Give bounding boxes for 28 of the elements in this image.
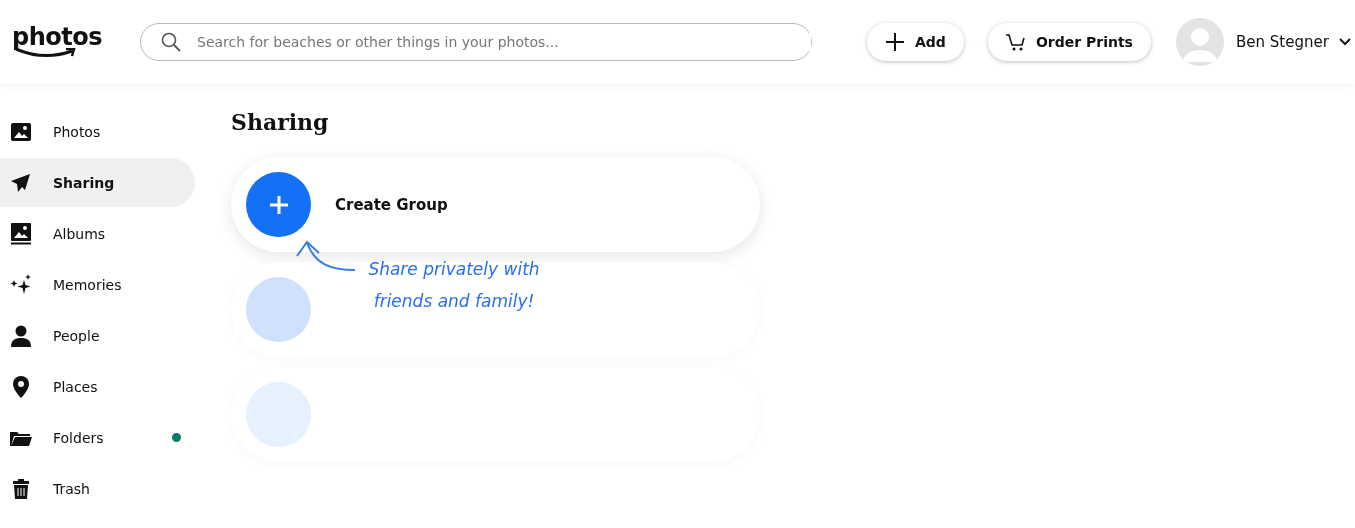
sidebar-item[interactable]: Places xyxy=(0,362,195,411)
plus-icon xyxy=(885,32,905,52)
chevron-down-icon[interactable] xyxy=(1338,38,1351,46)
location-pin-icon xyxy=(13,375,29,398)
sidebar-item[interactable]: Albums xyxy=(0,209,195,258)
sidebar-item[interactable]: Sharing xyxy=(0,158,195,207)
search-icon xyxy=(161,32,181,52)
sidebar-item[interactable]: Folders xyxy=(0,413,195,462)
person-icon xyxy=(11,324,31,347)
plus-icon xyxy=(268,194,289,215)
sidebar-item[interactable]: People xyxy=(0,311,195,360)
folder-icon xyxy=(10,429,32,446)
create-group-label[interactable]: Create Group xyxy=(335,195,448,214)
sidebar-item[interactable]: Photos xyxy=(0,107,195,156)
annotation-text: Share privately with friends and family! xyxy=(367,258,541,313)
user-name[interactable]: Ben Stegner xyxy=(1235,33,1329,51)
sidebar-item[interactable]: Trash xyxy=(0,464,195,513)
logo-text[interactable]: photos xyxy=(12,26,102,48)
add-button[interactable]: Add xyxy=(867,23,964,61)
sidebar-item[interactable]: Memories xyxy=(0,260,195,309)
image-icon xyxy=(11,122,31,141)
page-title: Sharing xyxy=(231,109,330,135)
album-icon xyxy=(11,222,31,245)
cart-icon xyxy=(1005,33,1026,51)
paper-plane-icon xyxy=(11,173,31,192)
create-group-card[interactable]: Create Group xyxy=(231,157,760,252)
order-prints-button[interactable]: Order Prints xyxy=(987,23,1151,61)
trash-icon xyxy=(13,478,29,499)
